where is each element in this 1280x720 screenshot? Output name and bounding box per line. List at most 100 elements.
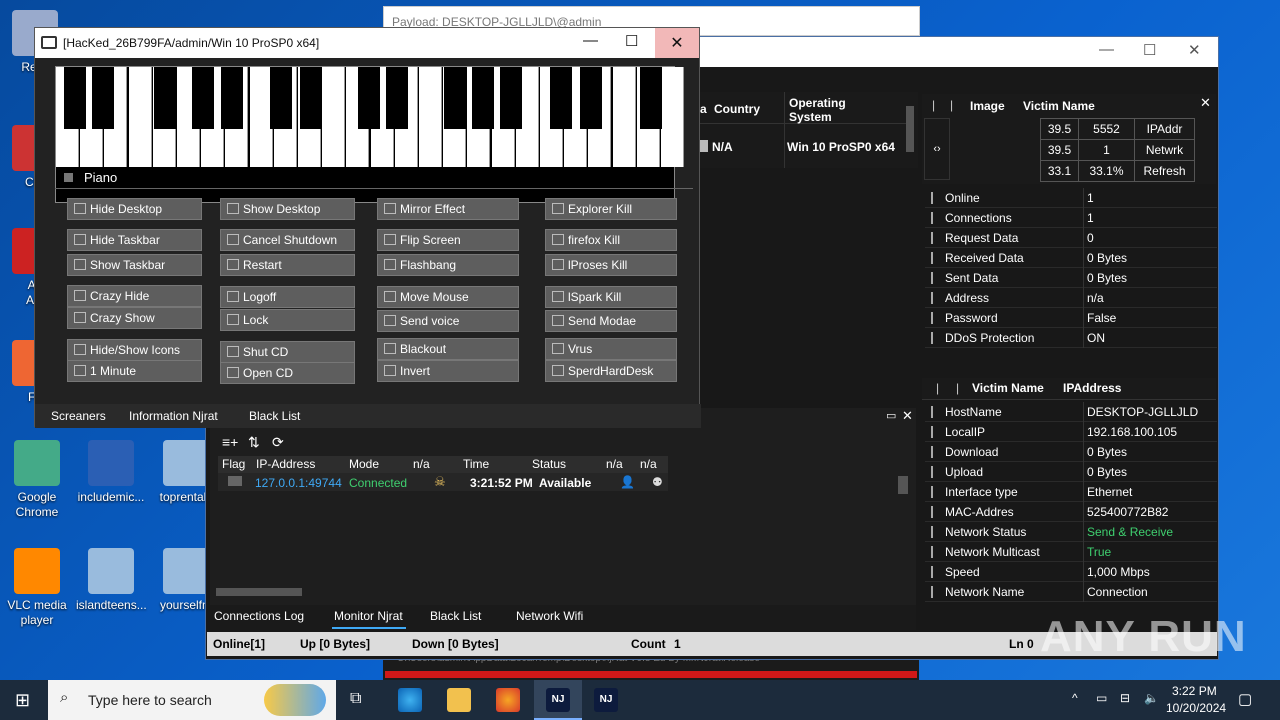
minimize-icon[interactable]: — [583, 32, 598, 49]
tab-monitor-njrat[interactable]: Monitor Njrat [334, 609, 403, 623]
shut-cd-button[interactable]: Shut CD [220, 341, 355, 363]
black-key[interactable] [550, 67, 572, 129]
restart-button[interactable]: Restart [220, 254, 355, 276]
lock-button[interactable]: Lock [220, 309, 355, 331]
piano-keyboard[interactable]: Piano [55, 66, 684, 203]
column-header[interactable]: n/a [640, 457, 657, 471]
black-key[interactable] [92, 67, 114, 129]
stat-cell[interactable]: Netwrk [1134, 139, 1195, 161]
flip-screen-button[interactable]: Flip Screen [377, 229, 519, 251]
mirror-effect-button[interactable]: Mirror Effect [377, 198, 519, 220]
clock-date[interactable]: 10/20/2024 [1166, 701, 1226, 715]
flashbang-button[interactable]: Flashbang [377, 254, 519, 276]
explorer-kill-button[interactable]: Explorer Kill [545, 198, 677, 220]
black-key[interactable] [300, 67, 322, 129]
notification-icon[interactable]: ▢ [1238, 690, 1252, 708]
info-row[interactable]: MAC-Addres 525400772B82 [925, 502, 1217, 522]
info-row[interactable]: Download 0 Bytes [925, 442, 1217, 462]
column-header[interactable]: Time [463, 457, 489, 471]
hide-show-icons-button[interactable]: Hide/Show Icons [67, 339, 202, 361]
scrollbar[interactable] [898, 476, 908, 494]
country-column-header[interactable]: Country [714, 102, 760, 134]
hide-taskbar-button[interactable]: Hide Taskbar [67, 229, 202, 251]
cancel-shutdown-button[interactable]: Cancel Shutdown [220, 229, 355, 251]
info-row[interactable]: Network Multicast True [925, 542, 1217, 562]
info-row[interactable]: Connections 1 [925, 208, 1217, 228]
white-key[interactable] [128, 67, 152, 167]
show-taskbar-button[interactable]: Show Taskbar [67, 254, 202, 276]
info-row[interactable]: Received Data 0 Bytes [925, 248, 1217, 268]
client-country[interactable]: N/A [712, 140, 733, 154]
hide-desktop-button[interactable]: Hide Desktop [67, 198, 202, 220]
black-key[interactable] [64, 67, 86, 129]
volume-icon[interactable]: 🔈 [1144, 691, 1159, 705]
info-row[interactable]: Online 1 [925, 188, 1217, 208]
move-mouse-button[interactable]: Move Mouse [377, 286, 519, 308]
info-row[interactable]: DDoS Protection ON [925, 328, 1217, 348]
stat-cell[interactable]: IPAddr [1134, 118, 1195, 140]
firefox-icon[interactable] [496, 688, 520, 712]
info-row[interactable]: Interface type Ethernet [925, 482, 1217, 502]
info-row[interactable]: Password False [925, 308, 1217, 328]
battery-icon[interactable]: ▭ [1096, 691, 1107, 705]
tab-black-list[interactable]: Black List [249, 409, 300, 423]
maximize-icon[interactable]: ☐ [625, 32, 638, 50]
folder-icon[interactable] [447, 688, 471, 712]
table-row[interactable]: 127.0.0.1:49744 Connected ☠ 3:21:52 PM A… [218, 473, 668, 491]
code-icon[interactable]: ‹› [924, 118, 950, 180]
tab-network-wifi[interactable]: Network Wifi [516, 609, 583, 623]
black-key[interactable] [444, 67, 466, 129]
task-view-icon[interactable]: ⧉ [350, 690, 361, 708]
info-row[interactable]: Upload 0 Bytes [925, 462, 1217, 482]
column-header[interactable]: IP-Address [256, 457, 315, 471]
white-key[interactable] [419, 67, 442, 167]
network-icon[interactable]: ⊟ [1120, 691, 1130, 705]
desktop-icon[interactable]: Google Chrome [2, 440, 72, 520]
close-icon[interactable]: ✕ [1200, 95, 1211, 111]
lspark-kill-button[interactable]: lSpark Kill [545, 286, 677, 308]
desktop-icon[interactable]: VLC media player [2, 548, 72, 628]
black-key[interactable] [192, 67, 214, 129]
info-row[interactable]: Network Status Send & Receive [925, 522, 1217, 542]
refresh-icon[interactable]: ⟳ [272, 434, 284, 451]
info-row[interactable]: Request Data 0 [925, 228, 1217, 248]
desktop-icon[interactable]: islandteens... [76, 548, 147, 613]
send-modae-button[interactable]: Send Modae [545, 310, 677, 332]
tab-information-njrat[interactable]: Information Njrat [129, 409, 218, 423]
column-header[interactable]: Mode [349, 457, 379, 471]
info-row[interactable]: Sent Data 0 Bytes [925, 268, 1217, 288]
search-box[interactable]: ⌕ Type here to search [48, 680, 336, 720]
maximize-icon[interactable]: ▭ [886, 409, 896, 422]
column-header[interactable]: Flag [222, 457, 245, 471]
logoff-button[interactable]: Logoff [220, 286, 355, 308]
sperdharddesk-button[interactable]: SperdHardDesk [545, 360, 677, 382]
black-key[interactable] [386, 67, 408, 129]
stat-cell[interactable]: Refresh [1134, 160, 1195, 182]
maximize-icon[interactable]: ☐ [1143, 41, 1156, 59]
vrus-button[interactable]: Vrus [545, 338, 677, 360]
close-icon[interactable]: ✕ [1188, 41, 1201, 59]
crazy-show-button[interactable]: Crazy Show [67, 307, 202, 329]
firefox-kill-button[interactable]: firefox Kill [545, 229, 677, 251]
1-minute-button[interactable]: 1 Minute [67, 360, 202, 382]
black-key[interactable] [270, 67, 292, 129]
crazy-hide-button[interactable]: Crazy Hide [67, 285, 202, 307]
add-list-icon[interactable]: ≡+ [222, 434, 238, 450]
client-os[interactable]: Win 10 ProSP0 x64 [787, 140, 895, 154]
info-row[interactable]: HostName DESKTOP-JGLLJLD [925, 402, 1217, 422]
desktop-icon[interactable]: includemic... [76, 440, 146, 505]
edge-icon[interactable] [398, 688, 422, 712]
tab-screaners[interactable]: Screaners [51, 409, 106, 423]
info-row[interactable]: LocalIP 192.168.100.105 [925, 422, 1217, 442]
white-key[interactable] [661, 67, 684, 167]
chevron-up-icon[interactable]: ^ [1072, 691, 1078, 705]
lproses-kill-button[interactable]: lProses Kill [545, 254, 677, 276]
white-key[interactable] [612, 67, 636, 167]
minimize-icon[interactable]: — [1099, 41, 1114, 58]
column-header[interactable]: Status [532, 457, 566, 471]
black-key[interactable] [500, 67, 522, 129]
njrat-icon[interactable]: NJ [594, 688, 618, 712]
scrollbar[interactable] [906, 106, 914, 152]
column-header[interactable]: n/a [413, 457, 430, 471]
info-row[interactable]: Address n/a [925, 288, 1217, 308]
